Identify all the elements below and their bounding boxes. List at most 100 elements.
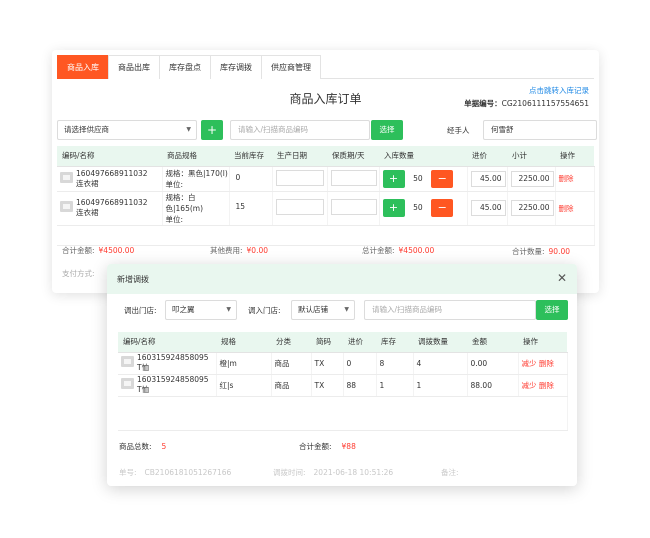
out-store-value: 叩之翼 bbox=[172, 305, 195, 314]
in-store-label: 调入门店: bbox=[248, 306, 281, 315]
delete-link[interactable]: 删除 bbox=[539, 381, 554, 390]
supplier-select-value: 请选择供应商 bbox=[64, 125, 109, 134]
tab-transfer[interactable]: 库存调拨 bbox=[210, 55, 262, 79]
transfer-search-input[interactable]: 请输入/扫描商品编码 bbox=[364, 300, 536, 320]
handler-input[interactable]: 何雪舒 bbox=[483, 120, 597, 140]
col-amount: 金额 bbox=[467, 332, 518, 353]
out-store-select[interactable]: 叩之翼 ▼ bbox=[165, 300, 237, 320]
transfer-table: 编码/名称 规格 分类 简码 进价 库存 调拨数量 金额 操作 16031592… bbox=[118, 332, 568, 431]
grand-total: 总计金额: ¥4500.00 bbox=[362, 245, 434, 256]
filter-row: 请选择供应商 ▼ + 请输入/扫描商品编码 选择 经手人 何雪舒 bbox=[57, 120, 597, 142]
spec-cell: 规格：白色|165(m) 单位: bbox=[162, 191, 230, 226]
transfer-number-value: CB2106181051267166 bbox=[144, 468, 232, 477]
inbound-table: 编码/名称 商品规格 当前库存 生产日期 保质期/天 入库数量 进价 小计 操作… bbox=[57, 146, 595, 246]
supplier-select[interactable]: 请选择供应商 ▼ bbox=[57, 120, 197, 140]
transfer-time: 调拨时间: 2021-06-18 10:51:26 bbox=[273, 467, 393, 478]
code-cell: 160315924858095 T恤 bbox=[118, 352, 217, 375]
chevron-down-icon: ▼ bbox=[344, 306, 349, 313]
add-supplier-button[interactable]: + bbox=[201, 120, 223, 140]
table-row: 160315924858095 T恤 红|s 商品 TX 88 1 1 88.0… bbox=[118, 374, 568, 397]
other-fees-label: 其他费用: bbox=[210, 246, 243, 255]
decrease-quantity-button[interactable]: − bbox=[431, 199, 454, 217]
col-action: 操作 bbox=[555, 146, 594, 167]
amount-cell: 0.00 bbox=[467, 352, 519, 375]
empty-cell bbox=[57, 225, 595, 246]
delete-link[interactable]: 删除 bbox=[559, 174, 574, 183]
col-subtotal: 小计 bbox=[507, 146, 555, 167]
subtotal-cell: 2250.00 bbox=[507, 166, 556, 192]
delete-link[interactable]: 删除 bbox=[539, 359, 554, 368]
total-amount-label: 合计金额: bbox=[62, 246, 95, 255]
jump-to-records-link[interactable]: 点击跳转入库记录 bbox=[529, 85, 589, 96]
product-name: T恤 bbox=[137, 385, 150, 394]
stock-cell: 8 bbox=[376, 352, 414, 375]
shelf-life-input[interactable] bbox=[330, 169, 377, 186]
col-spec: 商品规格 bbox=[162, 146, 229, 167]
product-image-icon bbox=[121, 378, 134, 389]
category-cell: 商品 bbox=[271, 374, 312, 397]
product-image-icon bbox=[60, 201, 73, 212]
table-row: 160315924858095 T恤 橙|m 商品 TX 0 8 4 0.00 … bbox=[118, 352, 568, 375]
price-input[interactable]: 45.00 bbox=[470, 170, 506, 187]
stock-value: 15 bbox=[232, 200, 271, 216]
payment-method-label: 支付方式: bbox=[62, 269, 95, 278]
table-header-row: 编码/名称 规格 分类 简码 进价 库存 调拨数量 金额 操作 bbox=[118, 332, 567, 353]
in-store-value: 默认店铺 bbox=[298, 305, 328, 314]
increase-quantity-button[interactable]: + bbox=[382, 199, 405, 217]
delete-link[interactable]: 删除 bbox=[559, 204, 574, 213]
transfer-qty-cell[interactable]: 1 bbox=[413, 374, 468, 397]
transfer-time-label: 调拨时间: bbox=[273, 468, 306, 477]
quantity-value[interactable]: 50 bbox=[407, 174, 429, 183]
transfer-total-label: 合计金额: bbox=[299, 442, 332, 451]
empty-row bbox=[57, 225, 595, 246]
col-short-code: 简码 bbox=[311, 332, 343, 353]
table-row: 160497668911032 连衣裙 规格：黑色|170(l) 单位: 0 +… bbox=[57, 166, 595, 192]
decrease-quantity-button[interactable]: − bbox=[431, 169, 454, 188]
other-fees: 其他费用: ¥0.00 bbox=[210, 245, 268, 256]
product-count-value: 5 bbox=[161, 442, 167, 451]
stock-cell: 15 bbox=[229, 191, 273, 226]
tab-outbound[interactable]: 商品出库 bbox=[108, 55, 160, 79]
decrease-link[interactable]: 减少 bbox=[522, 381, 537, 390]
category-cell: 商品 bbox=[271, 352, 312, 375]
decrease-link[interactable]: 减少 bbox=[522, 359, 537, 368]
subtotal-cell: 2250.00 bbox=[507, 191, 556, 226]
product-name: 连衣裙 bbox=[76, 208, 99, 217]
transfer-qty-cell[interactable]: 4 bbox=[413, 352, 468, 375]
spec-text: 规格：黑色|170(l) bbox=[165, 168, 228, 178]
in-store-select[interactable]: 默认店铺 ▼ bbox=[291, 300, 355, 320]
modal-header: 新增调拨 ✕ bbox=[107, 264, 577, 294]
col-shelf-life: 保质期/天 bbox=[327, 146, 379, 167]
production-date-input[interactable] bbox=[275, 169, 324, 186]
production-date-input[interactable] bbox=[275, 199, 324, 215]
tab-stocktake[interactable]: 库存盘点 bbox=[159, 55, 211, 79]
inbound-order-card: 商品入库 商品出库 库存盘点 库存调拨 供应商管理 商品入库订单 点击跳转入库记… bbox=[52, 50, 599, 293]
product-search-input[interactable]: 请输入/扫描商品编码 bbox=[230, 120, 370, 140]
action-cell: 减少 删除 bbox=[518, 352, 568, 375]
chevron-down-icon: ▼ bbox=[186, 126, 191, 133]
stock-value: 0 bbox=[232, 170, 271, 187]
close-icon[interactable]: ✕ bbox=[557, 271, 567, 285]
tab-supplier[interactable]: 供应商管理 bbox=[261, 55, 321, 79]
tab-inbound[interactable]: 商品入库 bbox=[57, 55, 109, 79]
code-cell: 160497668911032 连衣裙 bbox=[57, 191, 163, 226]
action-cell: 删除 bbox=[555, 166, 595, 192]
shelf-life-input[interactable] bbox=[330, 199, 377, 215]
grand-total-label: 总计金额: bbox=[362, 246, 395, 255]
other-fees-value: ¥0.00 bbox=[246, 246, 269, 255]
increase-quantity-button[interactable]: + bbox=[382, 169, 405, 188]
quantity-cell: + 50 − bbox=[379, 166, 468, 192]
price-input[interactable]: 45.00 bbox=[470, 200, 506, 216]
price-cell: 88 bbox=[343, 374, 377, 397]
product-name: T恤 bbox=[137, 363, 150, 372]
spec-text: 规格：白色|165(m) bbox=[165, 192, 204, 213]
product-count: 商品总数: 5 bbox=[119, 441, 166, 452]
select-product-button[interactable]: 选择 bbox=[371, 120, 403, 140]
empty-cell bbox=[118, 396, 568, 431]
action-cell: 减少 删除 bbox=[518, 374, 568, 397]
amount-cell: 88.00 bbox=[467, 374, 519, 397]
transfer-select-button[interactable]: 选择 bbox=[536, 300, 568, 320]
product-code: 160315924858095 bbox=[137, 353, 209, 362]
quantity-value[interactable]: 50 bbox=[407, 203, 429, 212]
col-transfer-qty: 调拨数量 bbox=[413, 332, 467, 353]
